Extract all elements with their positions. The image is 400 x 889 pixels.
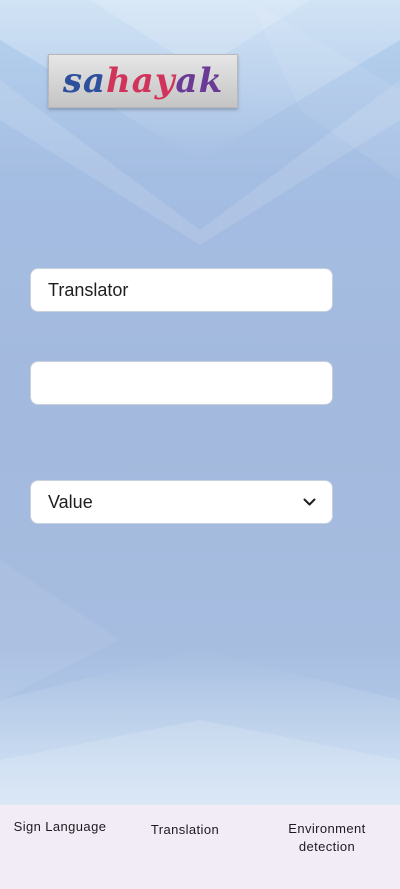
bottom-navigation: Sign Language Translation Environment de… xyxy=(0,805,400,889)
chevron-down-icon xyxy=(302,495,316,509)
text-input-field[interactable] xyxy=(30,361,333,405)
logo-part-1: sa xyxy=(62,61,107,101)
mode-field-value: Translator xyxy=(48,279,129,300)
sahayak-logo: sahayak xyxy=(48,54,238,108)
mode-field[interactable]: Translator xyxy=(30,268,333,312)
nav-item-sign-language[interactable]: Sign Language xyxy=(0,818,120,836)
logo-part-2: hay xyxy=(106,61,176,101)
logo-part-3: ak xyxy=(175,61,224,101)
app-screen: sahayak Translator Value Sign Language T… xyxy=(0,0,400,889)
logo-text: sahayak xyxy=(63,64,223,98)
nav-item-translation[interactable]: Translation xyxy=(125,821,245,839)
dropdown-selected-value: Value xyxy=(48,491,93,512)
text-input[interactable] xyxy=(48,372,316,394)
nav-item-environment-detection[interactable]: Environment detection xyxy=(262,820,392,856)
value-dropdown[interactable]: Value xyxy=(30,480,333,524)
